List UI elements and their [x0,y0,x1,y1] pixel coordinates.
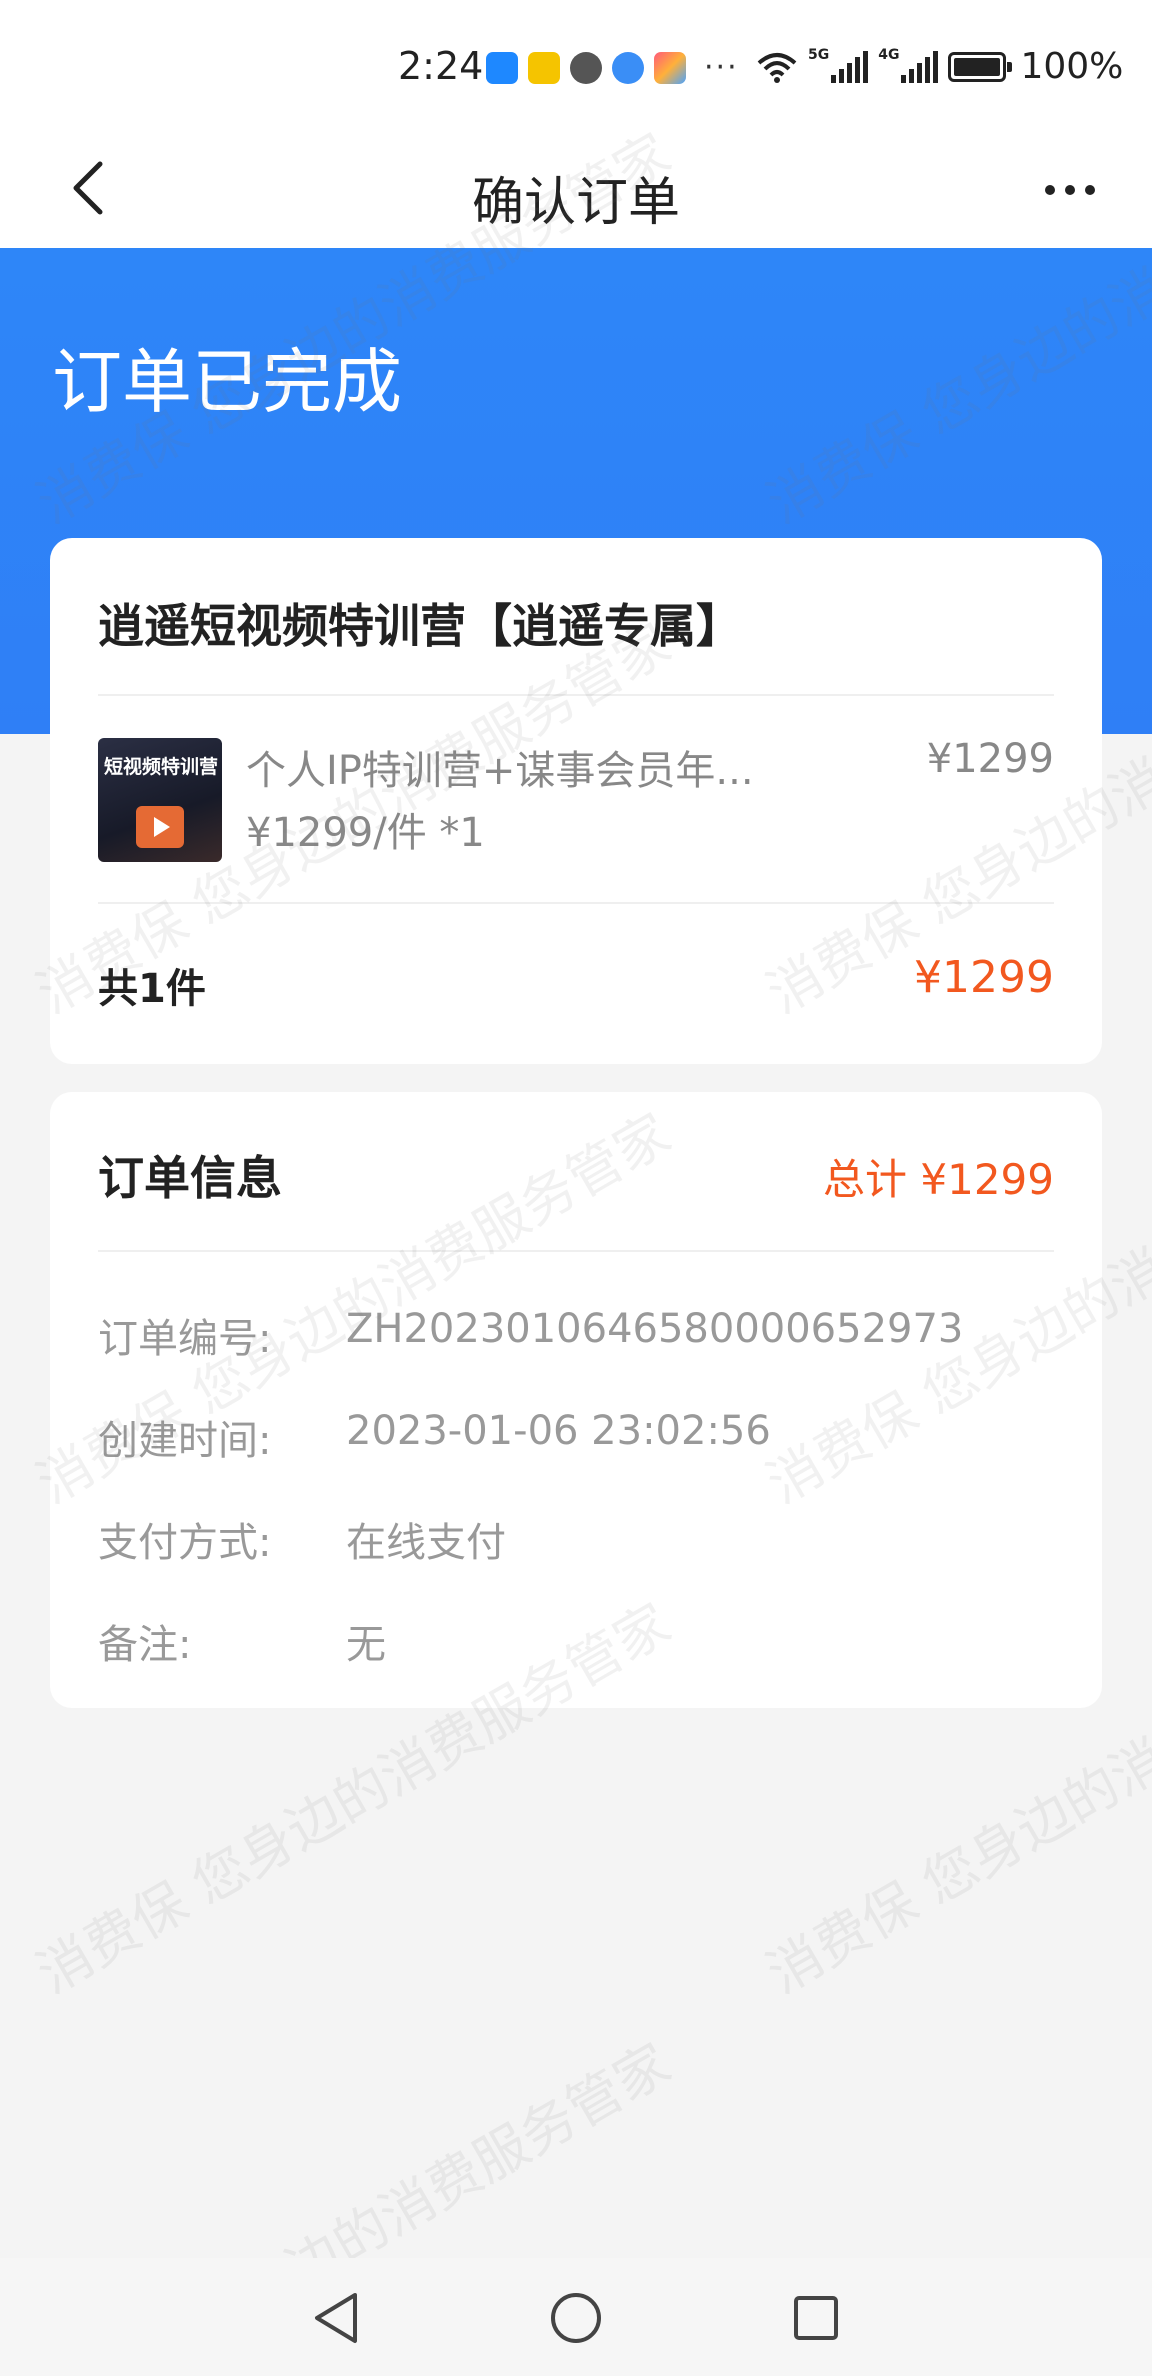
notification-icons: ··· [486,50,739,85]
signal-5g-icon [831,50,869,83]
payment-method-label: 支付方式: [98,1520,272,1566]
order-total: 总计 ¥1299 [823,1155,1054,1204]
system-back-button[interactable] [304,2286,368,2350]
divider [98,902,1054,904]
order-detail-page: 2:24 ··· 5G 4G 100% 确认订单 订单已完成 逍遥短视频特训营【… [0,0,1152,2376]
app-notification-icon [654,51,686,84]
circle-home-icon [551,2293,601,2343]
network-4g-label: 4G [878,46,900,63]
system-status-icons: 5G 4G 100% [756,46,1123,87]
system-nav-bar [0,2258,1152,2376]
battery-icon [948,51,1013,82]
wifi-icon [757,52,797,83]
product-price: ¥1299 [926,736,1054,782]
item-count: 共1件 [98,966,206,1012]
more-dots-icon [1045,185,1055,195]
system-home-button[interactable] [544,2286,608,2350]
network-5g-label: 5G [808,46,830,63]
product-thumbnail[interactable]: 短视频特训营 [98,738,222,862]
status-bar: 2:24 ··· 5G 4G 100% [0,0,1152,130]
product-unit-price: ¥1299/件 *1 [246,810,485,856]
order-info-card: 订单信息 总计 ¥1299 订单编号: ZH202301064658000065… [50,1092,1102,1708]
product-name[interactable]: 个人IP特训营+谋事会员年... [246,738,806,796]
order-number-value[interactable]: ZH20230106465800006529​73 [346,1306,963,1352]
triangle-back-icon [315,2293,357,2343]
created-time-value: 2023-01-06 23:02:56 [346,1408,771,1454]
remark-label: 备注: [98,1622,192,1668]
divider [98,694,1054,696]
product-card: 逍遥短视频特训营【逍遥专属】 短视频特训营 个人IP特训营+谋事会员年... ¥… [50,538,1102,1064]
system-recents-button[interactable] [784,2286,848,2350]
created-time-label: 创建时间: [98,1418,272,1464]
chevron-left-icon [73,161,103,215]
order-status-text: 订单已完成 [52,341,402,423]
app-notification-icon [486,51,518,84]
app-notification-icon [570,51,602,84]
more-options-button[interactable] [1030,158,1110,222]
signal-4g-icon [901,50,939,83]
back-button[interactable] [56,152,120,224]
status-time: 2:24 [398,44,484,88]
square-recents-icon [794,2296,838,2340]
order-number-label: 订单编号: [98,1316,272,1362]
subtotal-price: ¥1299 [914,952,1054,1003]
payment-method-value: 在线支付 [346,1520,506,1566]
remark-value: 无 [346,1622,386,1668]
thumbnail-caption: 短视频特训营 [104,756,219,778]
top-nav-bar: 确认订单 [0,130,1152,248]
more-notifications-icon: ··· [704,50,739,85]
battery-percent: 100% [1020,46,1124,87]
play-icon [136,806,184,848]
page-title: 确认订单 [471,173,680,233]
order-info-title: 订单信息 [98,1151,282,1205]
app-notification-icon [612,51,644,84]
divider [98,1250,1054,1252]
app-notification-icon [528,51,560,84]
shop-name[interactable]: 逍遥短视频特训营【逍遥专属】 [98,590,742,656]
